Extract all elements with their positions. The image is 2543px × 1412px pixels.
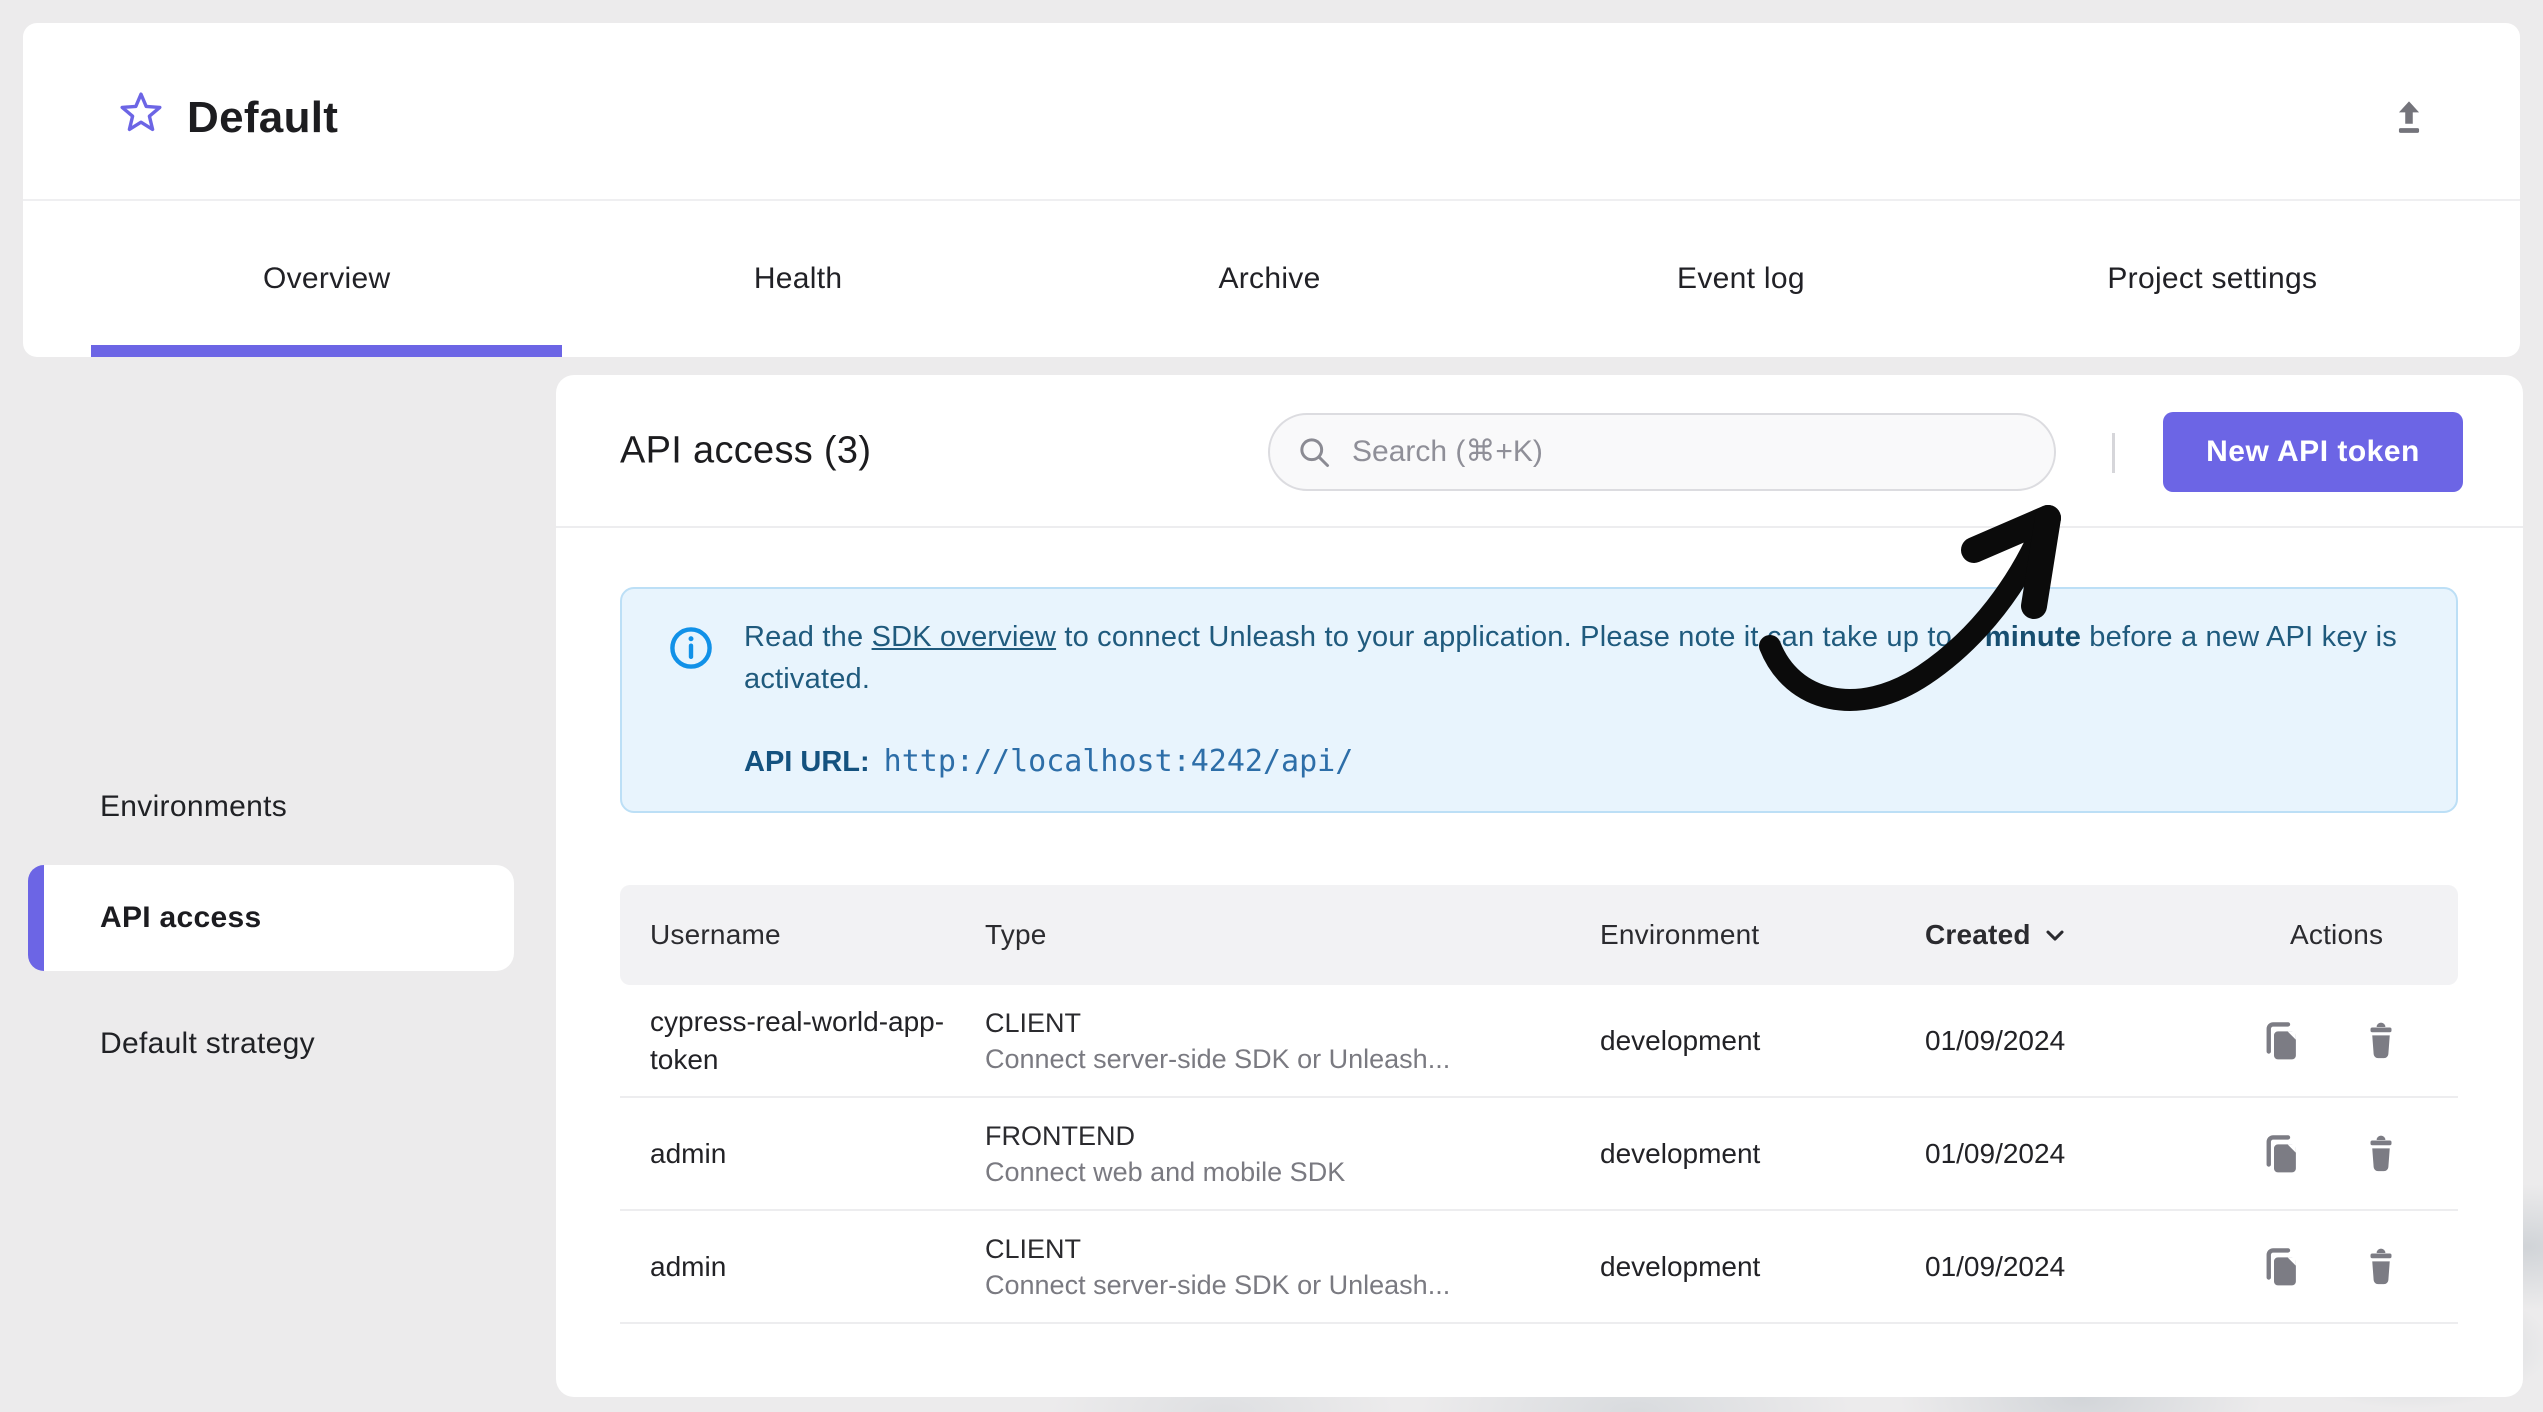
panel-title: API access (3) xyxy=(620,429,872,471)
alert-text: Read the SDK overview to connect Unleash… xyxy=(744,616,2404,700)
sdk-overview-link[interactable]: SDK overview xyxy=(872,621,1057,653)
tab-archive[interactable]: Archive xyxy=(1034,201,1505,357)
sidebar-item-default-strategy[interactable]: Default strategy xyxy=(100,1027,315,1061)
delete-token-button[interactable] xyxy=(2360,1245,2402,1289)
type-cell: CLIENT Connect server-side SDK or Unleas… xyxy=(985,1005,1600,1077)
sidebar-item-environments[interactable]: Environments xyxy=(100,790,287,824)
table-row: admin FRONTEND Connect web and mobile SD… xyxy=(620,1098,2458,1211)
new-api-token-button[interactable]: New API token xyxy=(2163,412,2463,492)
actions-cell xyxy=(2260,1019,2458,1063)
api-access-panel: API access (3) New API token Read the SD… xyxy=(556,375,2523,1397)
created-cell: 01/09/2024 xyxy=(1925,1024,2066,1056)
api-url-value: http://localhost:4242/api/ xyxy=(883,744,1354,779)
copy-token-button[interactable] xyxy=(2260,1019,2302,1063)
tab-project-settings[interactable]: Project settings xyxy=(1977,201,2448,357)
alert-text-part: Read the xyxy=(744,621,872,653)
token-type: FRONTEND xyxy=(985,1120,1135,1151)
tab-overview[interactable]: Overview xyxy=(91,201,563,357)
token-type: CLIENT xyxy=(985,1233,1082,1264)
column-header-created[interactable]: Created xyxy=(1925,919,2290,951)
column-header-username: Username xyxy=(650,919,781,950)
tab-health[interactable]: Health xyxy=(562,201,1033,357)
info-alert: Read the SDK overview to connect Unleash… xyxy=(620,587,2458,813)
project-tabs: Overview Health Archive Event log Projec… xyxy=(91,201,2448,357)
token-type-description: Connect web and mobile SDK xyxy=(985,1156,1346,1187)
tab-label: Overview xyxy=(262,262,391,295)
column-header-type: Type xyxy=(985,919,1047,950)
username-cell: cypress-real-world-app-token xyxy=(650,1005,945,1075)
tab-label: Health xyxy=(753,262,843,295)
search-input[interactable] xyxy=(1352,435,1992,469)
username-cell: admin xyxy=(650,1137,727,1169)
copy-token-button[interactable] xyxy=(2260,1245,2302,1289)
info-icon xyxy=(668,625,714,671)
api-url-line: API URL: http://localhost:4242/api/ xyxy=(744,744,1353,779)
alert-bold-text: 1 minute xyxy=(1960,621,2082,653)
token-type-description: Connect server-side SDK or Unleash... xyxy=(985,1269,1451,1300)
created-cell: 01/09/2024 xyxy=(1925,1137,2066,1169)
page-title: Default xyxy=(187,93,339,142)
delete-token-button[interactable] xyxy=(2360,1132,2402,1176)
column-header-label: Created xyxy=(1925,919,2031,950)
alert-text-part: to connect Unleash to your application. … xyxy=(1056,621,1961,653)
username-cell: admin xyxy=(650,1250,727,1282)
header-vertical-divider xyxy=(2112,433,2115,473)
type-cell: FRONTEND Connect web and mobile SDK xyxy=(985,1118,1600,1190)
table-row: admin CLIENT Connect server-side SDK or … xyxy=(620,1211,2458,1324)
tab-label: Project settings xyxy=(2107,262,2318,295)
chevron-down-icon xyxy=(2046,930,2064,941)
api-url-label: API URL: xyxy=(744,746,870,778)
actions-cell xyxy=(2260,1245,2458,1289)
api-tokens-table: Username Type Environment Created Action… xyxy=(620,885,2458,1324)
sidebar-item-label: API access xyxy=(100,901,262,934)
column-header-environment: Environment xyxy=(1600,919,1760,950)
active-indicator-bar xyxy=(28,865,44,971)
environment-cell: development xyxy=(1600,1250,1761,1282)
delete-token-button[interactable] xyxy=(2360,1019,2402,1063)
project-header-card: Default Overview Health Archive Event lo… xyxy=(23,23,2520,357)
token-type-description: Connect server-side SDK or Unleash... xyxy=(985,1043,1451,1074)
actions-cell xyxy=(2260,1132,2458,1176)
sidebar-item-api-access[interactable]: API access xyxy=(28,865,514,971)
project-header-row: Default xyxy=(23,23,2520,199)
page: Default Overview Health Archive Event lo… xyxy=(0,0,2543,1412)
favorite-star-icon[interactable] xyxy=(117,89,165,137)
table-row: cypress-real-world-app-token CLIENT Conn… xyxy=(620,985,2458,1098)
tab-label: Event log xyxy=(1677,262,1805,295)
copy-token-button[interactable] xyxy=(2260,1132,2302,1176)
search-icon xyxy=(1300,438,1329,467)
created-cell: 01/09/2024 xyxy=(1925,1250,2066,1282)
environment-cell: development xyxy=(1600,1137,1761,1169)
export-icon[interactable] xyxy=(2388,97,2430,139)
panel-header: API access (3) New API token xyxy=(556,375,2523,528)
tab-label: Archive xyxy=(1218,262,1321,295)
search-box[interactable] xyxy=(1268,413,2056,491)
column-header-actions: Actions xyxy=(2290,919,2384,950)
token-type: CLIENT xyxy=(985,1007,1082,1038)
settings-sidebar: Environments API access Default strategy xyxy=(0,375,556,1395)
table-header-row: Username Type Environment Created Action… xyxy=(620,885,2458,985)
environment-cell: development xyxy=(1600,1024,1761,1056)
tab-event-log[interactable]: Event log xyxy=(1505,201,1976,357)
type-cell: CLIENT Connect server-side SDK or Unleas… xyxy=(985,1231,1600,1303)
